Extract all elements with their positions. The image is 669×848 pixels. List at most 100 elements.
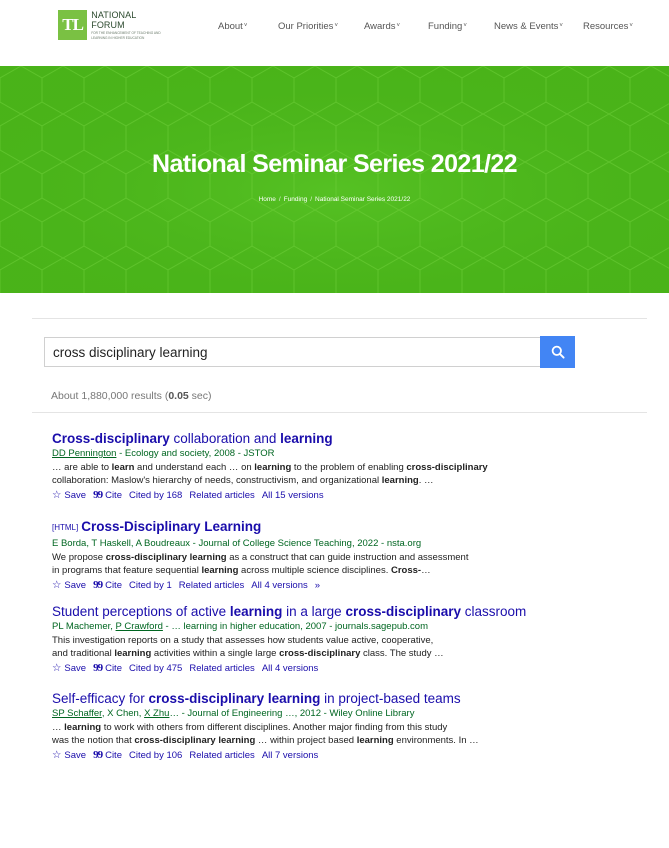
cite-button[interactable]: 99 Cite: [93, 749, 122, 762]
results-time: 0.05: [168, 390, 189, 402]
snippet-line: This investigation reports on a study th…: [52, 634, 642, 647]
snippet-text: environments. In …: [393, 735, 479, 746]
quote-icon: 99: [93, 489, 103, 501]
cited-by-link[interactable]: Cited by 475: [129, 662, 182, 675]
divider: [32, 318, 647, 319]
quote-icon: 99: [93, 579, 103, 591]
result-title-link[interactable]: Student perceptions of active learning i…: [52, 604, 642, 620]
more-options-icon[interactable]: »: [315, 579, 320, 592]
results-count: About 1,880,000 results (0.05 sec): [51, 390, 212, 402]
save-button[interactable]: ☆ Save: [52, 579, 86, 592]
breadcrumb-current: National Seminar Series 2021/22: [315, 196, 411, 203]
hexagon-pattern-icon: [0, 66, 669, 293]
snippet-text: … within project based: [255, 735, 357, 746]
nav-item-label: Funding: [428, 21, 463, 32]
result-authors-source: DD Pennington - Ecology and society, 200…: [52, 448, 642, 460]
author-link[interactable]: DD Pennington: [52, 448, 116, 459]
nav-item-our-priorities[interactable]: Our Priorities˅: [278, 21, 338, 32]
snippet-text: learning: [114, 648, 152, 659]
snippet-text: learning: [254, 462, 292, 473]
breadcrumb-funding[interactable]: Funding: [284, 196, 308, 203]
quote-icon: 99: [93, 749, 103, 761]
save-label: Save: [64, 663, 87, 674]
result-snippet: … learning to work with others from diff…: [52, 721, 642, 747]
snippet-text: as a construct that can guide instructio…: [226, 552, 469, 563]
cited-by-link[interactable]: Cited by 106: [129, 749, 182, 762]
cite-label: Cite: [105, 663, 122, 674]
all-versions-link[interactable]: All 4 versions: [262, 662, 319, 675]
all-versions-link[interactable]: All 7 versions: [262, 749, 319, 762]
search-input[interactable]: [44, 337, 540, 367]
cite-button[interactable]: 99 Cite: [93, 662, 122, 675]
nav-item-resources[interactable]: Resources˅: [583, 21, 633, 32]
result-authors-source: SP Schaffer, X Chen, X Zhu… - Journal of…: [52, 708, 642, 720]
all-versions-link[interactable]: All 15 versions: [262, 489, 324, 502]
related-articles-link[interactable]: Related articles: [189, 749, 254, 762]
nav-item-label: About: [218, 21, 243, 32]
result-title-text: classroom: [461, 604, 527, 619]
cite-label: Cite: [105, 580, 122, 591]
related-articles-link[interactable]: Related articles: [189, 662, 254, 675]
author-link[interactable]: SP Schaffer: [52, 708, 102, 719]
author-link[interactable]: P Crawford: [116, 621, 163, 632]
snippet-text: . …: [418, 475, 434, 486]
divider: [32, 412, 647, 413]
result-title-link[interactable]: [HTML] Cross-Disciplinary Learning: [52, 519, 642, 537]
related-articles-link[interactable]: Related articles: [189, 489, 254, 502]
nav-item-awards[interactable]: Awards˅: [364, 21, 400, 32]
result-meta-text: learning in higher education, 2007 - jou…: [183, 621, 429, 632]
snippet-text: cross-disciplinary learning: [134, 735, 256, 746]
breadcrumb-separator: /: [310, 196, 313, 203]
snippet-text: to the problem of enabling: [291, 462, 407, 473]
cite-button[interactable]: 99 Cite: [93, 489, 122, 502]
chevron-down-icon: ˅: [559, 23, 563, 29]
save-button[interactable]: ☆ Save: [52, 749, 86, 762]
result-meta-text: - Ecology and society, 2008 - JSTOR: [116, 448, 275, 459]
breadcrumb-home[interactable]: Home: [259, 196, 276, 203]
page-title: National Seminar Series 2021/22: [152, 150, 518, 178]
main-menu: About˅ Our Priorities˅ Awards˅ Funding˅ …: [0, 21, 669, 37]
snippet-text: cross-disciplinary: [406, 462, 488, 473]
snippet-line: … learning to work with others from diff…: [52, 721, 642, 734]
chevron-down-icon: ˅: [396, 23, 401, 29]
snippet-text: and understand each … on: [134, 462, 255, 473]
save-button[interactable]: ☆ Save: [52, 662, 86, 675]
cited-by-link[interactable]: Cited by 1: [129, 579, 172, 592]
all-versions-link[interactable]: All 4 versions: [251, 579, 308, 592]
cited-by-link[interactable]: Cited by 168: [129, 489, 182, 502]
snippet-text: …: [421, 565, 431, 576]
result-snippet: … are able to learn and understand each …: [52, 461, 642, 487]
save-button[interactable]: ☆ Save: [52, 489, 86, 502]
result-title-text: learning: [280, 431, 333, 446]
chevron-down-icon: ˅: [463, 23, 467, 29]
snippet-text: learning: [356, 735, 394, 746]
related-articles-link[interactable]: Related articles: [179, 579, 244, 592]
search-result: Cross-disciplinary collaboration and lea…: [52, 431, 642, 502]
snippet-text: activities within a single large: [151, 648, 280, 659]
nav-item-news-events[interactable]: News & Events˅: [494, 21, 563, 32]
cite-button[interactable]: 99 Cite: [93, 579, 122, 592]
result-title-text: cross-disciplinary learning: [148, 691, 321, 706]
snippet-text: was the notion that: [52, 735, 135, 746]
result-meta-text: - …: [162, 621, 184, 632]
snippet-text: …: [52, 722, 65, 733]
save-label: Save: [64, 750, 87, 761]
snippet-text: We propose: [52, 552, 106, 563]
result-actions: ☆ Save 99 Cite Cited by 475 Related articles A…: [52, 662, 642, 675]
cite-label: Cite: [105, 490, 122, 501]
result-title-link[interactable]: Self-efficacy for cross-disciplinary lea…: [52, 691, 642, 707]
nav-item-funding[interactable]: Funding˅: [428, 21, 467, 32]
nav-item-about[interactable]: About˅: [218, 21, 247, 32]
result-authors-source: E Borda, T Haskell, A Boudreaux - Journa…: [52, 538, 642, 550]
snippet-text: This investigation reports on a study th…: [52, 635, 434, 646]
snippet-text: learning: [64, 722, 102, 733]
result-meta-text: , X Chen,: [101, 708, 145, 719]
search-button[interactable]: [540, 336, 575, 368]
result-title-link[interactable]: Cross-disciplinary collaboration and lea…: [52, 431, 642, 447]
search-result: Self-efficacy for cross-disciplinary lea…: [52, 691, 642, 762]
result-actions: ☆ Save 99 Cite Cited by 168 Related articles A…: [52, 489, 642, 502]
result-actions: ☆ Save 99 Cite Cited by 106 Related articles A…: [52, 749, 642, 762]
author-link[interactable]: X Zhu: [144, 708, 169, 719]
snippet-line: and traditional learning activities with…: [52, 647, 642, 660]
result-title-text: collaboration and: [169, 431, 281, 446]
